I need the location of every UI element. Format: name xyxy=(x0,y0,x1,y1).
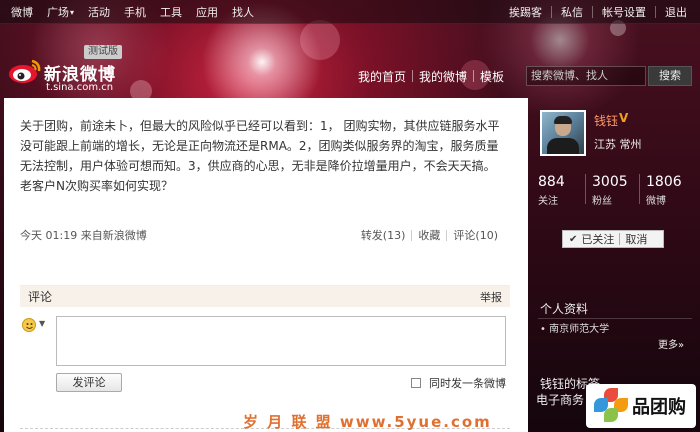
topnav-plaza[interactable]: 广场 ▾ xyxy=(40,4,81,20)
user-name[interactable]: 钱钰 xyxy=(594,112,618,129)
nav-my-home[interactable]: 我的首页 xyxy=(352,68,412,85)
unfollow-button[interactable]: 取消 xyxy=(625,231,647,247)
stat-followers[interactable]: 3005 粉丝 xyxy=(592,174,637,207)
favorite-link[interactable]: 收藏 xyxy=(412,227,446,243)
submit-comment-button[interactable]: 发评论 xyxy=(56,373,122,392)
also-post-label: 同时发一条微博 xyxy=(429,377,506,390)
follow-status: ✔ 已关注 取消 xyxy=(562,230,664,248)
comment-title: 评论 xyxy=(28,290,53,304)
main-nav: 我的首页 我的微博 模板 xyxy=(352,66,510,86)
divider xyxy=(655,6,656,18)
check-icon: ✔ xyxy=(569,233,578,245)
topnav-weibo[interactable]: 微博 xyxy=(4,4,40,20)
chevron-down-icon: ▾ xyxy=(70,7,75,17)
also-post-checkbox[interactable] xyxy=(411,378,421,388)
post-text: 关于团购，前途未卜，但最大的风险似乎已经可以看到：1， 团购实物，其供应链服务水… xyxy=(20,119,500,193)
user-stats: 884 关注 3005 粉丝 1806 微博 xyxy=(538,174,693,207)
comment-textarea[interactable] xyxy=(56,316,506,366)
topnav-mobile[interactable]: 手机 xyxy=(117,4,153,20)
chevron-down-icon[interactable]: ▼ xyxy=(39,319,45,328)
stat-label: 粉丝 xyxy=(592,196,612,207)
stat-number: 884 xyxy=(538,174,565,190)
more-link[interactable]: 更多» xyxy=(658,336,684,351)
post-actions: 转发(13) 收藏 评论(10) xyxy=(355,227,504,243)
search-button[interactable]: 搜索 xyxy=(648,66,692,86)
profile-school: • 南京师范大学 xyxy=(540,324,610,335)
watermark-logo: 品团购 xyxy=(586,384,696,428)
weibo-eye-icon xyxy=(9,59,41,83)
topnav-account-settings[interactable]: 帐号设置 xyxy=(595,4,653,20)
divider xyxy=(592,6,593,18)
post-meta: 今天 01:19 来自新浪微博 xyxy=(20,229,147,242)
stat-number: 1806 xyxy=(646,174,682,190)
repost-link[interactable]: 转发(13) xyxy=(355,227,412,243)
stat-following[interactable]: 884 关注 xyxy=(538,174,583,207)
topnav-username[interactable]: 挨踢客 xyxy=(502,4,549,20)
stat-label: 微博 xyxy=(646,196,666,207)
topnav-plaza-label: 广场 xyxy=(47,6,69,19)
emoji-icon[interactable] xyxy=(22,318,36,332)
topnav-activity[interactable]: 活动 xyxy=(81,4,117,20)
topnav-find-people[interactable]: 找人 xyxy=(225,4,261,20)
watermark-logo-label: 品团购 xyxy=(632,397,686,418)
divider xyxy=(619,233,621,245)
topnav-tools[interactable]: 工具 xyxy=(153,4,189,20)
divider xyxy=(585,174,586,204)
topnav-logout[interactable]: 退出 xyxy=(658,4,694,20)
profile-section-title: 个人资料 xyxy=(540,302,589,316)
topnav-apps[interactable]: 应用 xyxy=(189,4,225,20)
smiley-face-icon xyxy=(26,323,33,329)
search-input[interactable]: 搜索微博、找人 xyxy=(526,66,646,86)
also-post-option[interactable]: 同时发一条微博 xyxy=(411,375,506,391)
followed-label: 已关注 xyxy=(581,233,615,246)
divider xyxy=(538,318,692,319)
flower-logo-icon xyxy=(590,386,630,426)
watermark-text: 岁 月 联 盟 www.5yue.com xyxy=(243,413,492,431)
avatar[interactable] xyxy=(540,110,586,156)
comment-header: 评论 举报 xyxy=(20,285,510,307)
post-card: 关于团购，前途未卜，但最大的风险似乎已经可以看到：1， 团购实物，其供应链服务水… xyxy=(4,98,528,432)
comment-link[interactable]: 评论(10) xyxy=(447,227,504,243)
beta-badge: 测试版 xyxy=(84,45,122,59)
top-nav-right: 挨踢客 私信 帐号设置 退出 xyxy=(502,0,694,24)
topnav-messages[interactable]: 私信 xyxy=(554,4,590,20)
divider xyxy=(551,6,552,18)
verified-badge: V xyxy=(619,111,629,125)
stat-posts[interactable]: 1806 微博 xyxy=(646,174,691,207)
stat-label: 关注 xyxy=(538,196,558,207)
divider xyxy=(639,174,640,204)
top-nav-left: 微博 广场 ▾ 活动 手机 工具 应用 找人 xyxy=(4,0,261,24)
top-nav-bar: 微博 广场 ▾ 活动 手机 工具 应用 找人 挨踢客 私信 帐号设置 退出 xyxy=(0,0,700,24)
stat-number: 3005 xyxy=(592,174,628,190)
logo-url: t.sina.com.cn xyxy=(46,82,114,93)
nav-template[interactable]: 模板 xyxy=(474,68,510,85)
user-location: 江苏 常州 xyxy=(594,138,642,151)
report-link[interactable]: 举报 xyxy=(480,289,502,305)
nav-my-weibo[interactable]: 我的微博 xyxy=(413,68,473,85)
